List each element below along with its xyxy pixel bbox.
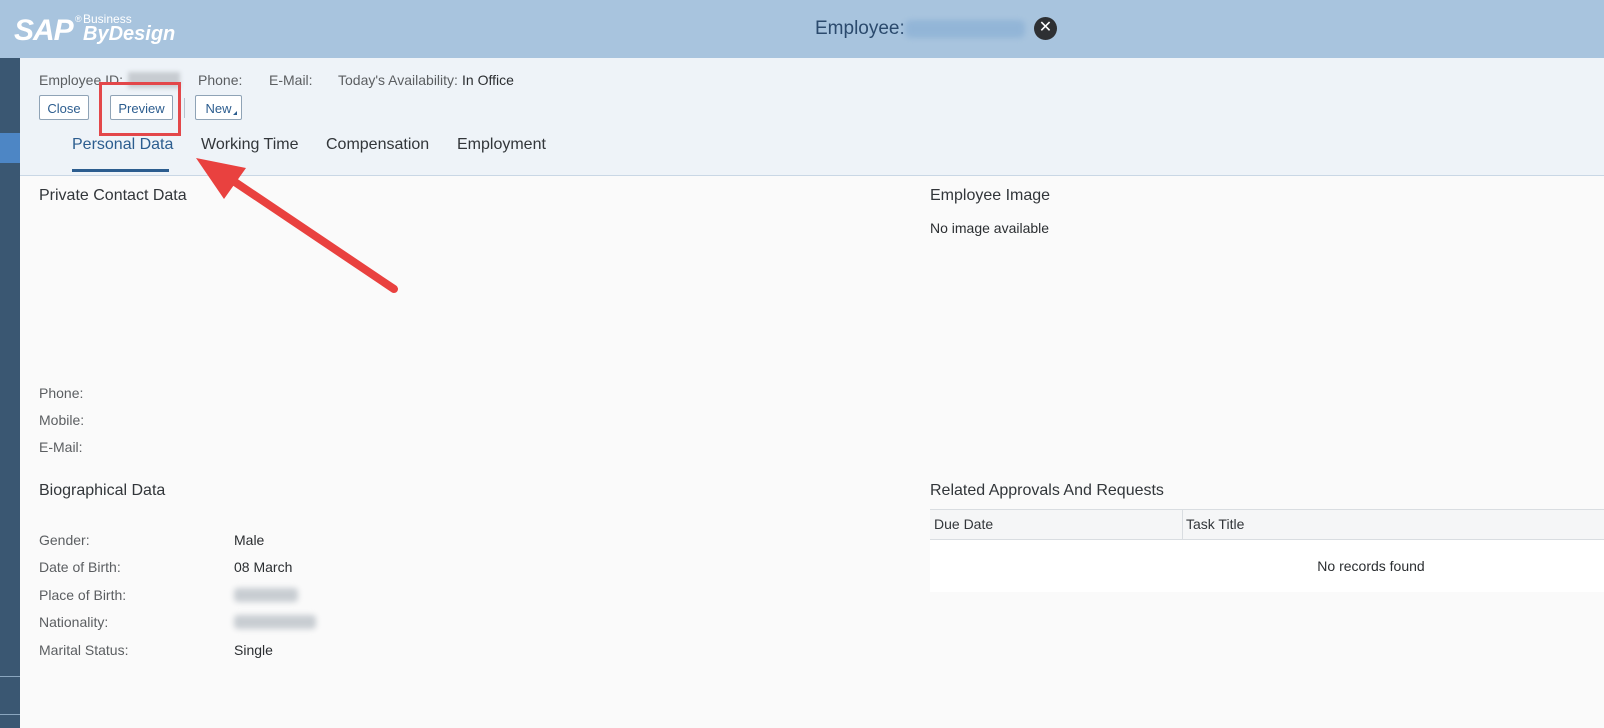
page-title: Employee: <box>815 18 905 39</box>
tab-working-time[interactable]: Working Time <box>201 136 299 154</box>
tab-personal-data[interactable]: Personal Data <box>72 136 173 154</box>
nationality-value-redacted <box>234 615 316 629</box>
pob-label: Place of Birth: <box>39 587 127 603</box>
availability-label: Today's Availability: <box>338 72 458 88</box>
dob-label: Date of Birth: <box>39 559 121 575</box>
marital-status-value: Single <box>234 642 273 658</box>
employee-image-title: Employee Image <box>930 187 1051 204</box>
gender-value: Male <box>234 532 265 548</box>
column-separator <box>1182 510 1183 539</box>
object-header: Employee ID: Phone: E-Mail: Today's Avai… <box>20 58 1604 176</box>
approvals-table-header: Due Date Task Title <box>930 509 1604 540</box>
sap-logo[interactable]: SAP ® Business ByDesign <box>14 10 184 50</box>
column-task-title[interactable]: Task Title <box>1186 516 1244 532</box>
dob-value: 08 March <box>234 559 293 575</box>
private-phone-label: Phone: <box>39 385 84 401</box>
header-email-label: E-Mail: <box>269 72 313 88</box>
close-button[interactable]: Close <box>39 95 89 120</box>
tab-employment[interactable]: Employment <box>457 136 546 154</box>
shell-bar: SAP ® Business ByDesign Employee: ✕ <box>0 0 1604 58</box>
no-records-text: No records found <box>1317 558 1425 574</box>
new-button-label: New <box>205 101 232 116</box>
logo-sap-text: SAP <box>14 14 74 47</box>
left-nav-divider <box>0 714 20 715</box>
employee-name-redacted <box>905 20 1025 38</box>
column-due-date[interactable]: Due Date <box>934 516 993 532</box>
logo-bydesign-text: ByDesign <box>83 23 176 45</box>
active-tab-indicator <box>72 169 169 172</box>
new-button[interactable]: New <box>195 95 242 120</box>
left-nav-active-item[interactable] <box>0 133 20 163</box>
pob-value-redacted <box>234 588 298 602</box>
nationality-label: Nationality: <box>39 614 109 630</box>
approvals-title: Related Approvals And Requests <box>930 482 1164 499</box>
approvals-table: Due Date Task Title No records found <box>930 509 1604 592</box>
marital-status-label: Marital Status: <box>39 642 129 658</box>
close-window-icon[interactable]: ✕ <box>1034 17 1057 40</box>
left-nav-divider <box>0 676 20 677</box>
biographical-title: Biographical Data <box>39 482 166 499</box>
private-email-label: E-Mail: <box>39 439 83 455</box>
logo-registered-mark: ® <box>75 14 82 24</box>
header-phone-label: Phone: <box>198 72 243 88</box>
toolbar-separator <box>184 98 185 118</box>
gender-label: Gender: <box>39 532 90 548</box>
private-contact-title: Private Contact Data <box>39 187 187 204</box>
no-image-text: No image available <box>930 220 1050 236</box>
tab-compensation[interactable]: Compensation <box>326 136 429 154</box>
availability-value: In Office <box>462 72 514 88</box>
preview-highlight-box <box>99 82 181 136</box>
dropdown-corner-icon <box>233 111 237 115</box>
private-mobile-label: Mobile: <box>39 412 85 428</box>
left-navigation-strip <box>0 58 20 728</box>
